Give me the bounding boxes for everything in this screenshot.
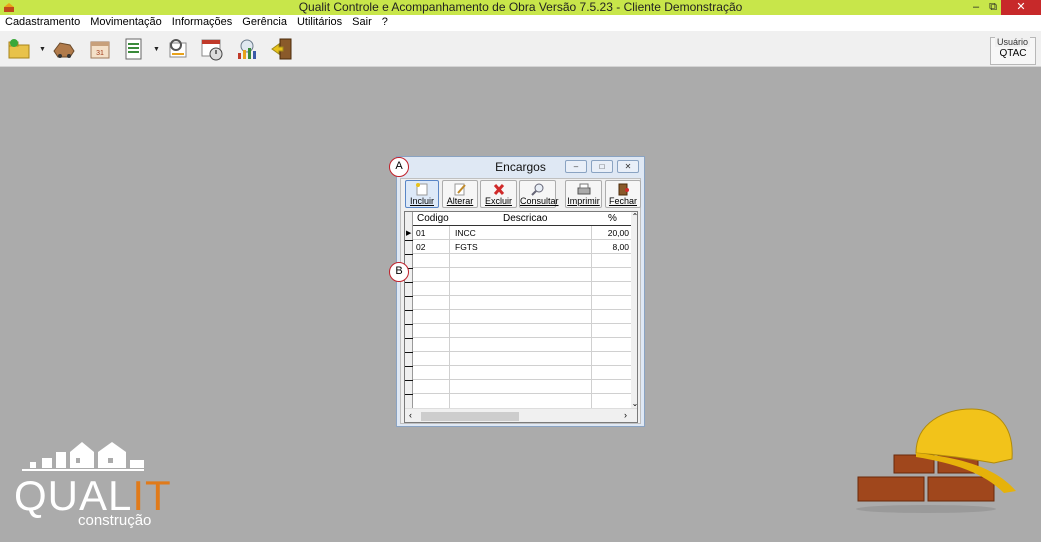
report-dropdown-icon[interactable]: ▼ xyxy=(153,46,160,53)
cell-descricao: FGTS xyxy=(455,242,478,252)
menu-movimentacao[interactable]: Movimentação xyxy=(90,15,162,31)
header-percent[interactable]: % xyxy=(608,213,617,224)
fechar-button[interactable]: Fechar xyxy=(605,180,641,208)
chart-icon[interactable] xyxy=(235,37,259,61)
scroll-right-icon[interactable]: › xyxy=(624,410,627,420)
encargos-minimize-button[interactable]: – xyxy=(565,160,587,173)
table-row[interactable]: 02 FGTS 8,00 xyxy=(413,240,631,254)
encargos-grid: ▶ Codigo Descricao % 01 INCC 20,00 02 FG… xyxy=(404,211,638,423)
search-report-icon[interactable] xyxy=(166,37,190,61)
svg-text:31: 31 xyxy=(96,50,104,57)
annotation-marker-b: B xyxy=(389,262,409,282)
car-icon[interactable] xyxy=(52,37,76,61)
menu-sair[interactable]: Sair xyxy=(352,15,372,31)
menu-help[interactable]: ? xyxy=(382,15,388,31)
vertical-scrollbar[interactable]: ⌃ ⌄ xyxy=(631,212,637,408)
grid-header: Codigo Descricao % xyxy=(413,212,631,226)
title-bar: Qualit Controle e Acompanhamento de Obra… xyxy=(0,0,1041,15)
encargos-window: Encargos – □ ✕ Incluir Alterar Excluir C… xyxy=(396,156,645,427)
delete-icon xyxy=(493,184,504,195)
cell-descricao: INCC xyxy=(455,228,476,238)
header-descricao[interactable]: Descricao xyxy=(503,213,547,224)
cell-codigo: 02 xyxy=(416,242,426,252)
folder-dropdown-icon[interactable]: ▼ xyxy=(39,46,46,53)
incluir-label: Incluir xyxy=(409,196,434,206)
encargos-body: Incluir Alterar Excluir Consultar Imprim… xyxy=(400,178,641,424)
edit-icon xyxy=(454,183,466,196)
helmet-bricks-icon xyxy=(856,408,1016,513)
table-row[interactable]: 01 INCC 20,00 xyxy=(413,226,631,240)
horizontal-scroll-thumb[interactable] xyxy=(421,412,519,421)
header-codigo[interactable]: Codigo xyxy=(417,213,449,224)
scroll-down-icon[interactable]: ⌄ xyxy=(631,399,637,408)
magnifier-icon xyxy=(530,183,543,196)
cell-percent: 20,00 xyxy=(607,228,629,238)
alterar-label: Alterar xyxy=(446,196,474,206)
calendar-clock-icon[interactable] xyxy=(200,37,224,61)
encargos-maximize-button[interactable]: □ xyxy=(591,160,613,173)
report-icon[interactable] xyxy=(122,37,146,61)
folder-icon[interactable] xyxy=(7,37,31,61)
close-button[interactable]: ✕ xyxy=(1001,0,1041,15)
qualit-brand: QUALIT xyxy=(14,472,172,519)
scroll-up-icon[interactable]: ⌃ xyxy=(631,212,637,221)
alterar-button[interactable]: Alterar xyxy=(442,180,478,208)
main-toolbar: ▼ 31 ▼ Usuário QTAC xyxy=(0,31,1041,67)
user-label: Usuário xyxy=(995,37,1031,47)
consultar-label: Consultar xyxy=(520,196,559,206)
printer-icon xyxy=(577,183,590,195)
exit-door-icon[interactable] xyxy=(270,37,294,61)
menu-gerencia[interactable]: Gerência xyxy=(242,15,287,31)
scroll-left-icon[interactable]: ‹ xyxy=(409,410,412,420)
menu-bar: Cadastramento Movimentação Informações G… xyxy=(0,15,1041,31)
excluir-label: Excluir xyxy=(484,196,512,206)
menu-utilitarios[interactable]: Utilitários xyxy=(297,15,342,31)
row-indicator-column: ▶ xyxy=(405,212,413,408)
menu-informacoes[interactable]: Informações xyxy=(172,15,233,31)
exit-icon xyxy=(618,183,629,196)
consultar-button[interactable]: Consultar xyxy=(519,180,559,208)
menu-cadastramento[interactable]: Cadastramento xyxy=(5,15,80,31)
fechar-label: Fechar xyxy=(608,196,637,206)
calendar-icon[interactable]: 31 xyxy=(88,37,112,61)
user-box: Usuário QTAC xyxy=(990,37,1036,65)
incluir-button[interactable]: Incluir xyxy=(405,180,439,208)
cell-percent: 8,00 xyxy=(612,242,629,252)
current-row-arrow-icon: ▶ xyxy=(406,230,412,237)
excluir-button[interactable]: Excluir xyxy=(480,180,517,208)
cell-codigo: 01 xyxy=(416,228,426,238)
imprimir-label: Imprimir xyxy=(567,196,600,206)
annotation-marker-a: A xyxy=(389,157,409,177)
user-value: QTAC xyxy=(999,48,1027,59)
encargos-close-button[interactable]: ✕ xyxy=(617,160,639,173)
new-document-icon xyxy=(416,183,428,196)
window-title: Qualit Controle e Acompanhamento de Obra… xyxy=(298,0,743,14)
qualit-subtitle: construção xyxy=(78,512,152,529)
encargos-title-bar[interactable]: Encargos – □ ✕ xyxy=(397,157,644,177)
encargos-toolbar: Incluir Alterar Excluir Consultar Imprim… xyxy=(404,180,641,209)
horizontal-scrollbar[interactable]: ‹ › xyxy=(405,408,637,422)
imprimir-button[interactable]: Imprimir xyxy=(565,180,602,208)
